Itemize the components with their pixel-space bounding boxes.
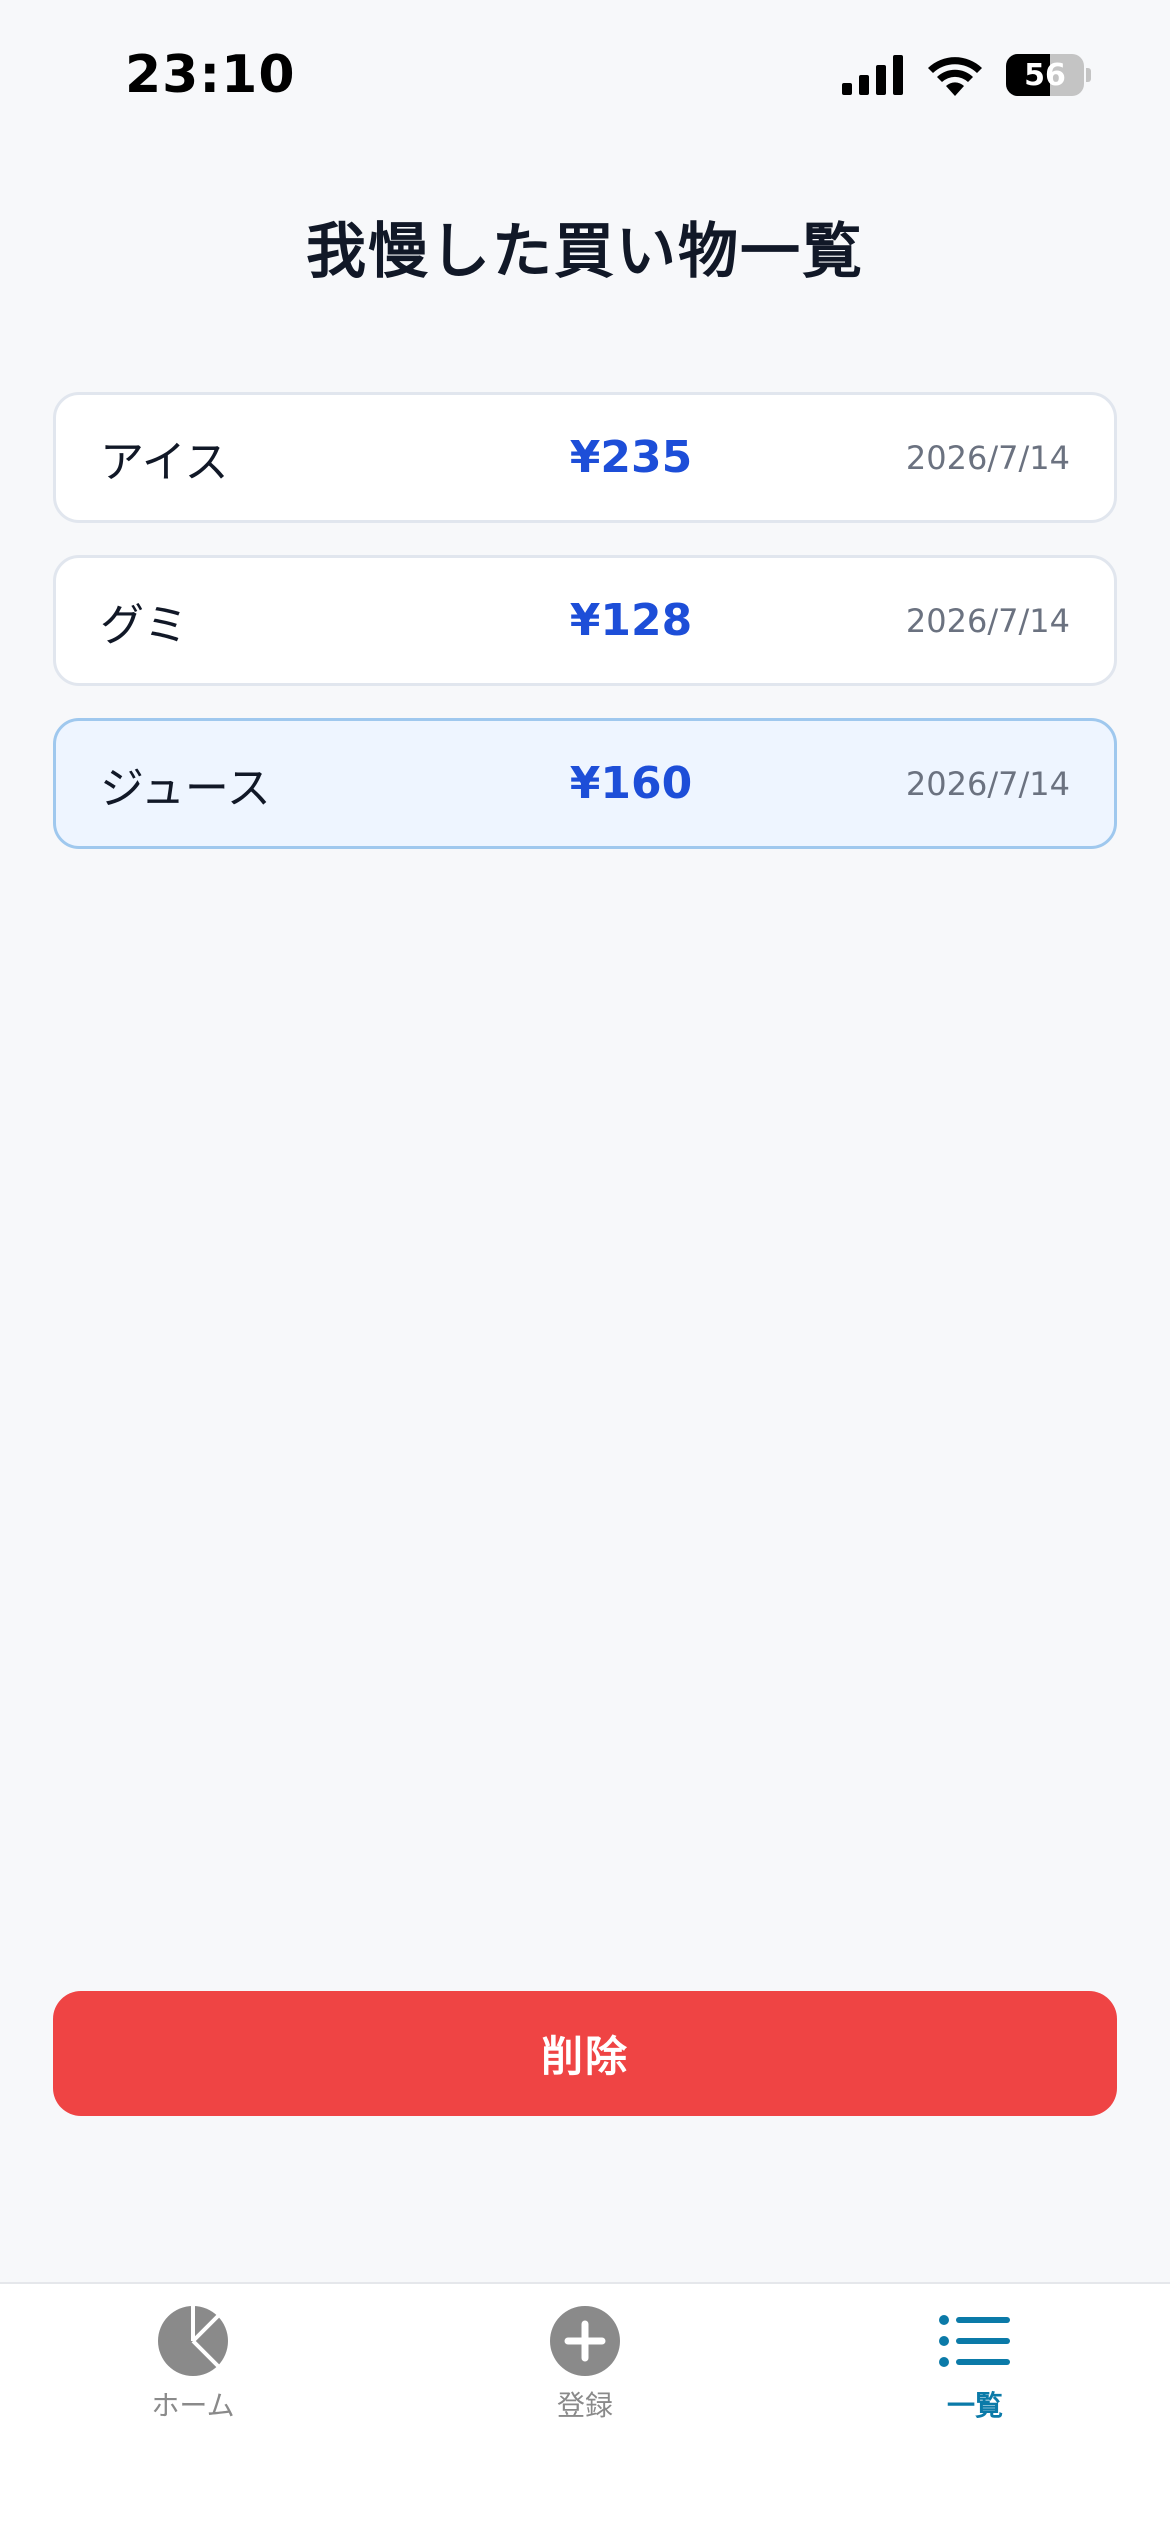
tab-label: ホーム <box>151 2389 235 2422</box>
list-item-selected[interactable]: ジュース ¥160 2026/7/14 <box>53 718 1117 849</box>
item-date: 2026/7/14 <box>905 438 1070 477</box>
tab-bar: ホーム 登録 一覧 <box>0 2282 1170 2532</box>
list-item[interactable]: グミ ¥128 2026/7/14 <box>53 555 1117 686</box>
pie-chart-icon <box>158 2306 228 2376</box>
tab-register[interactable]: 登録 <box>465 2304 705 2444</box>
tab-label: 登録 <box>556 2389 613 2422</box>
page-title: 我慢した買い物一覧 <box>306 217 864 287</box>
status-icons: 56 <box>842 50 1092 100</box>
list-item[interactable]: アイス ¥235 2026/7/14 <box>53 392 1117 523</box>
status-time: 23:10 <box>125 45 296 105</box>
screen: 23:10 56 我慢した買い物一覧 アイス ¥235 2026/7/14 グミ… <box>0 0 1170 2532</box>
item-date: 2026/7/14 <box>905 601 1070 640</box>
tab-label-active: 一覧 <box>946 2389 1003 2422</box>
tab-list[interactable]: 一覧 <box>855 2304 1095 2444</box>
list-icon <box>939 2315 1010 2367</box>
tab-home[interactable]: ホーム <box>73 2304 313 2444</box>
status-bar: 23:10 56 <box>0 0 1170 150</box>
cellular-signal-icon <box>842 55 903 95</box>
plus-circle-icon <box>550 2306 620 2376</box>
item-date: 2026/7/14 <box>905 764 1070 803</box>
battery-level: 56 <box>1024 57 1066 93</box>
delete-button[interactable]: 削除 <box>53 1991 1117 2116</box>
battery-icon: 56 <box>1006 53 1092 97</box>
item-list: アイス ¥235 2026/7/14 グミ ¥128 2026/7/14 ジュー… <box>53 392 1117 881</box>
wifi-icon <box>928 57 982 96</box>
